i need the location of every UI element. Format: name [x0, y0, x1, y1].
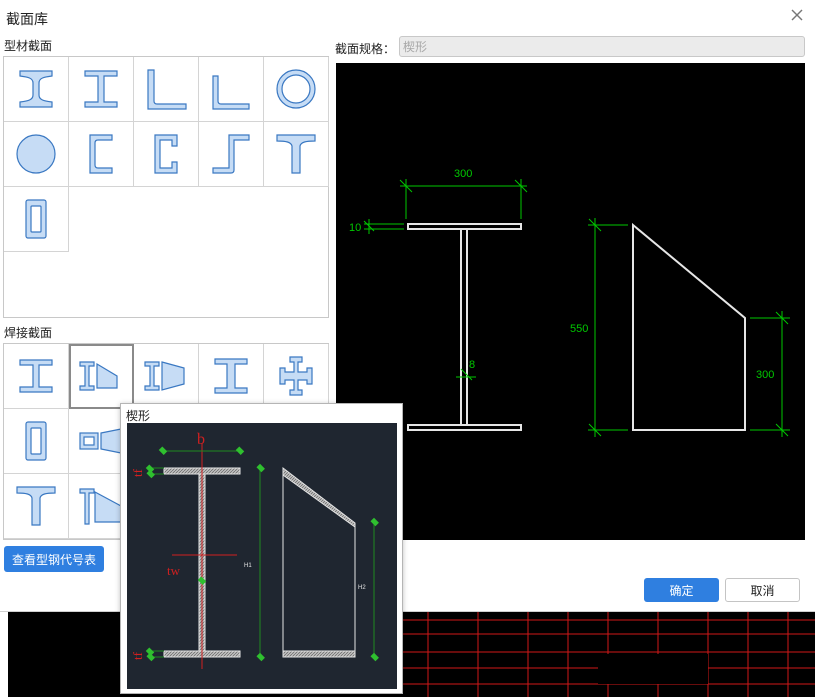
wedge-web-outline — [632, 222, 746, 431]
welded-h[interactable] — [4, 344, 69, 409]
profile-channel[interactable] — [69, 122, 134, 187]
z-section-icon — [212, 134, 250, 174]
preview-drawing: 300 10 8 550 300 — [349, 168, 790, 437]
welded-cross-h[interactable] — [264, 344, 329, 409]
dim-height-small: 300 — [756, 369, 774, 381]
dim-web-thickness: 8 — [469, 359, 475, 371]
profile-section-label: 型材截面 — [4, 39, 53, 53]
welded-wedge-h[interactable] — [69, 344, 134, 409]
hover-tooltip: 楔形 b tf tw tf H1 H2 — [120, 403, 403, 694]
profile-lipped-channel[interactable] — [134, 122, 199, 187]
welded-section-label: 焊接截面 — [4, 326, 53, 340]
dialog-title: 截面库 — [6, 11, 48, 27]
wedge-h-icon — [79, 361, 118, 391]
tooltip-label-h1: H1 — [244, 563, 252, 569]
rect-tube-icon — [25, 199, 47, 239]
tooltip-label-tw: tw — [167, 563, 181, 578]
i-beam-icon — [19, 70, 53, 108]
spec-input[interactable] — [399, 36, 805, 57]
welded-box-tapered-icon — [79, 428, 122, 454]
unequal-angle-icon — [212, 75, 250, 110]
welded-t-icon — [16, 486, 56, 526]
spec-label: 截面规格： — [335, 42, 396, 56]
round-bar-icon — [16, 134, 56, 174]
welded-box-icon — [25, 421, 47, 461]
tooltip-title: 楔形 — [126, 409, 151, 423]
welded-h-icon — [19, 359, 53, 393]
profile-z-section[interactable] — [199, 122, 264, 187]
tooltip-diagram: b tf tw tf H1 H2 — [127, 423, 397, 689]
profile-round-bar[interactable] — [4, 122, 69, 187]
tooltip-label-tf-bottom: tf — [130, 651, 145, 660]
dim-height-large: 550 — [570, 323, 588, 335]
cross-h-icon — [279, 356, 313, 396]
welded-t-tapered-icon — [79, 488, 122, 525]
steel-table-button[interactable]: 查看型钢代号表 — [4, 546, 104, 572]
profile-i-beam[interactable] — [4, 57, 69, 122]
h-beam-icon — [84, 70, 118, 108]
profile-round-tube[interactable] — [264, 57, 329, 122]
close-icon[interactable] — [789, 7, 805, 23]
tapered-h-icon — [144, 361, 185, 391]
cancel-button[interactable]: 取消 — [725, 578, 800, 602]
lipped-channel-icon — [154, 134, 178, 174]
tooltip-drawing: b tf tw tf H1 H2 — [130, 431, 379, 669]
welded-i-icon — [214, 358, 248, 394]
profile-unequal-angle[interactable] — [199, 57, 264, 122]
ok-button[interactable]: 确定 — [644, 578, 719, 602]
tooltip-label-tf-top: tf — [130, 468, 145, 477]
welded-t[interactable] — [4, 474, 69, 539]
profile-h-beam[interactable] — [69, 57, 134, 122]
profile-equal-angle[interactable] — [134, 57, 199, 122]
channel-icon — [89, 134, 113, 174]
equal-angle-icon — [147, 69, 187, 110]
round-tube-icon — [276, 69, 316, 109]
tooltip-label-h2: H2 — [358, 585, 366, 591]
tooltip-label-b: b — [197, 431, 205, 448]
welded-box[interactable] — [4, 409, 69, 474]
profile-t-section[interactable] — [264, 122, 329, 187]
dim-flange-width: 300 — [454, 168, 472, 180]
t-section-icon — [276, 134, 316, 174]
welded-i[interactable] — [199, 344, 264, 409]
section-preview: 300 10 8 550 300 — [336, 63, 805, 540]
welded-tapered-h[interactable] — [134, 344, 199, 409]
dim-flange-thickness: 10 — [349, 222, 361, 234]
profile-rect-tube[interactable] — [4, 187, 69, 252]
i-section-outline — [407, 223, 522, 431]
profile-section-grid — [3, 56, 329, 318]
